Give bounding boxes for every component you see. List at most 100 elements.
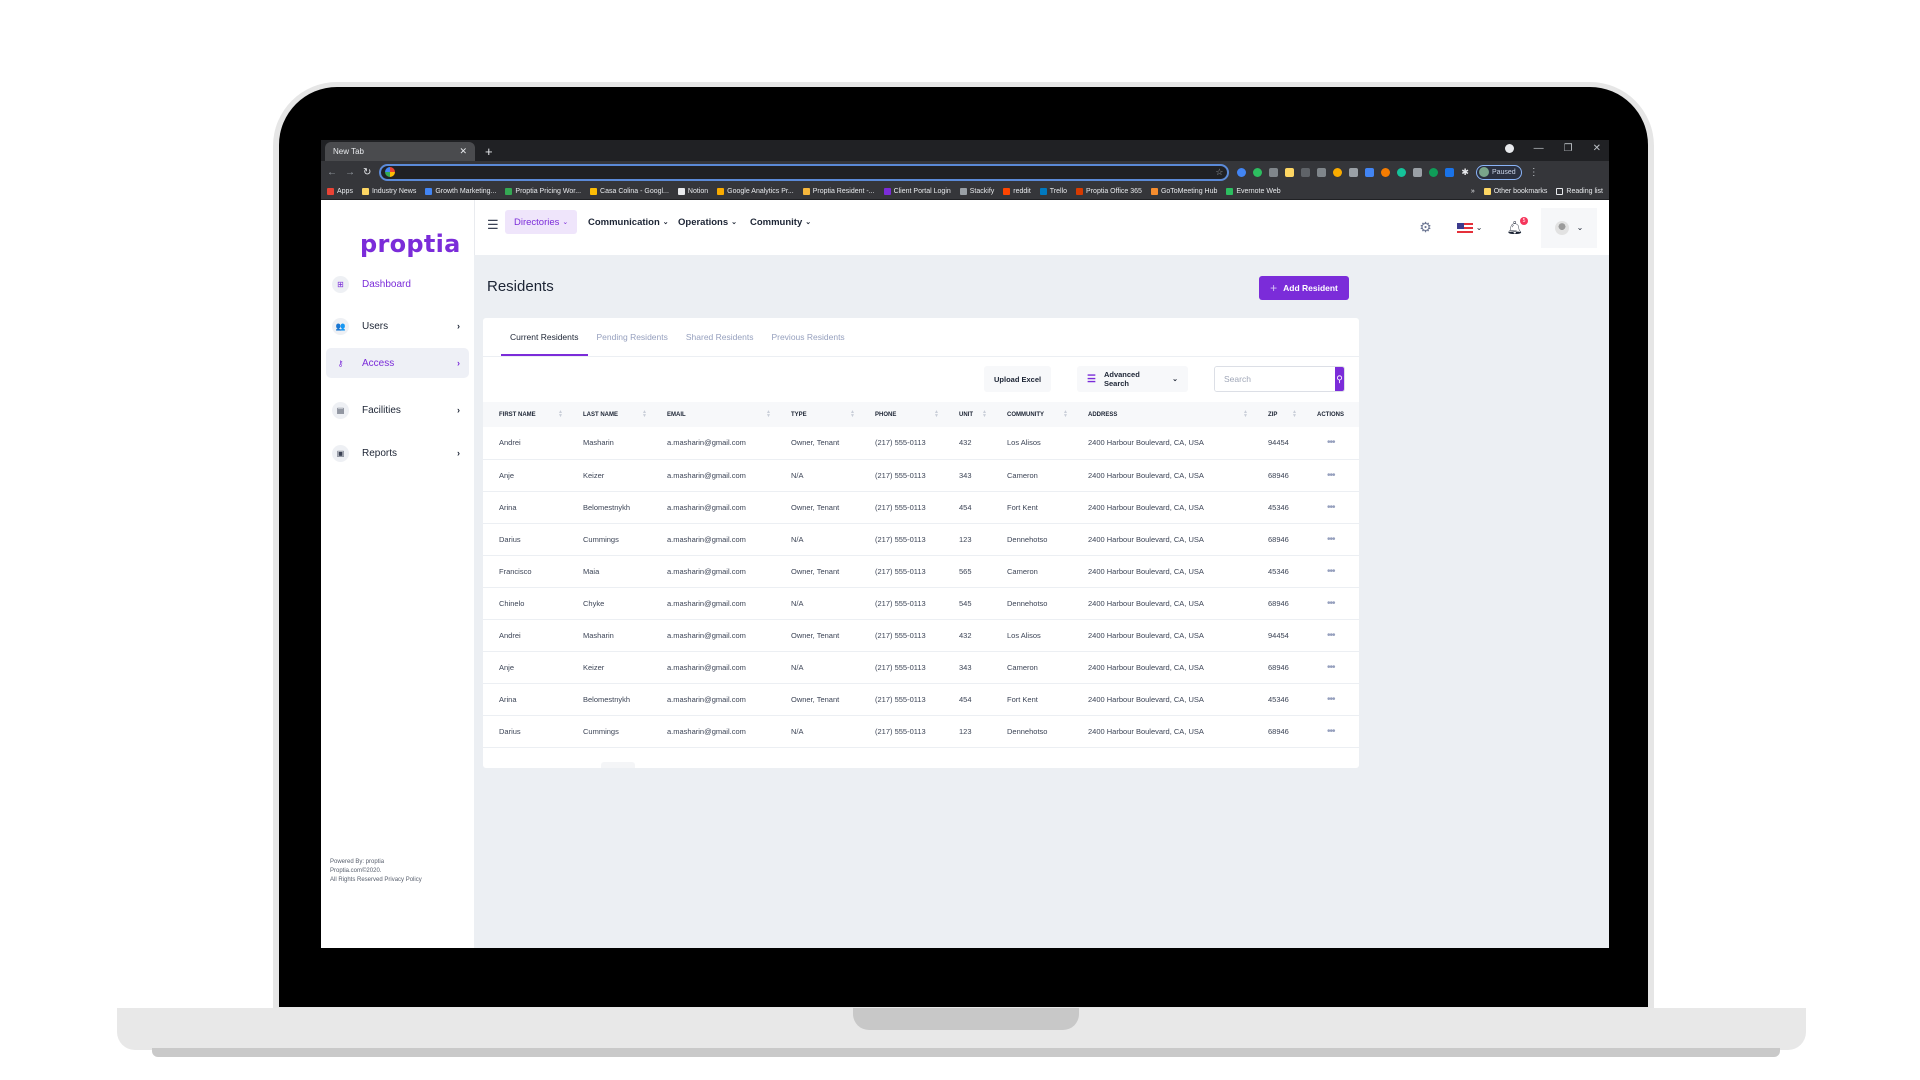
table-row[interactable]: Darius Cummings a.masharin@gmail.com N/A (21… <box>483 715 1359 748</box>
row-actions-menu[interactable]: ••• <box>1301 651 1359 684</box>
bell-icon[interactable]: 🔔︎ 5 <box>1506 216 1528 236</box>
more-horizontal-icon[interactable]: ••• <box>1327 437 1335 448</box>
close-tab-icon[interactable]: ✕ <box>459 146 467 157</box>
bookmark-item[interactable]: Proptia Pricing Wor... <box>505 187 581 195</box>
bookmark-star-icon[interactable]: ☆ <box>1215 167 1223 178</box>
sort-icon[interactable]: ▲ ▼ <box>982 410 987 419</box>
other-bookmarks[interactable]: Other bookmarks <box>1483 187 1547 195</box>
rights-privacy-link[interactable]: All Rights Reserved Privacy Policy <box>330 876 422 885</box>
hamburger-menu-icon[interactable]: ☰ <box>487 217 499 233</box>
more-horizontal-icon[interactable]: ••• <box>1327 566 1335 577</box>
row-actions-menu[interactable]: ••• <box>1301 715 1359 748</box>
minimize-icon[interactable]: — <box>1534 143 1544 154</box>
more-horizontal-icon[interactable]: ••• <box>1327 662 1335 673</box>
sort-icon[interactable]: ▲ ▼ <box>766 410 771 419</box>
forward-icon[interactable]: → <box>345 167 355 178</box>
new-tab-button[interactable]: + <box>485 144 493 159</box>
browser-menu-icon[interactable]: ⋮ <box>1529 167 1539 178</box>
table-row[interactable]: Anje Keizer a.masharin@gmail.com N/A (217) 5… <box>483 459 1359 492</box>
row-actions-menu[interactable]: ••• <box>1301 523 1359 556</box>
gear-icon[interactable]: ⚙ <box>1419 219 1432 236</box>
sidebar-item-dashboard[interactable]: ⊞ Dashboard <box>326 269 469 299</box>
sidebar-item-facilities[interactable]: ▤ Facilities › <box>326 395 469 425</box>
upload-excel-button[interactable]: Upload Excel <box>984 366 1052 392</box>
extension-icon[interactable] <box>1349 167 1359 177</box>
sort-icon[interactable]: ▲ ▼ <box>1243 410 1248 419</box>
extension-icon[interactable] <box>1429 167 1439 177</box>
bookmark-item[interactable]: Casa Colina - Googl... <box>590 187 669 195</box>
menu-communication[interactable]: Communication ⌄ <box>579 210 678 234</box>
table-row[interactable]: Andrei Masharin a.masharin@gmail.com Owner,… <box>483 619 1359 652</box>
bookmark-item[interactable]: Trello <box>1039 187 1067 195</box>
sort-icon[interactable]: ▲ ▼ <box>934 410 939 419</box>
extension-icon[interactable] <box>1333 167 1343 177</box>
table-row[interactable]: Arina Belomestnykh a.masharin@gmail.com Own… <box>483 683 1359 716</box>
bookmark-item[interactable]: Evernote Web <box>1226 187 1281 195</box>
table-row[interactable]: Anje Keizer a.masharin@gmail.com N/A (217) 5… <box>483 651 1359 684</box>
bookmark-item[interactable]: Google Analytics Pr... <box>717 187 794 195</box>
sort-icon[interactable]: ▲ ▼ <box>850 410 855 419</box>
reading-list[interactable]: Reading list <box>1556 187 1603 195</box>
bookmark-item[interactable]: GoToMeeting Hub <box>1150 187 1217 195</box>
us-flag-icon[interactable] <box>1456 222 1473 233</box>
extension-icon[interactable] <box>1413 167 1423 177</box>
bookmark-item[interactable]: reddit <box>1003 187 1031 195</box>
tab-pending-residents[interactable]: Pending Residents <box>588 318 677 356</box>
menu-operations[interactable]: Operations ⌄ <box>669 210 746 234</box>
advanced-search-button[interactable]: ☰ Advanced Search ⌄ <box>1077 366 1188 392</box>
puzzle-extensions-icon[interactable]: ✱ <box>1461 167 1469 178</box>
column-header-type[interactable]: TYPE ▲ ▼ <box>775 402 859 427</box>
table-row[interactable]: Andrei Masharin a.masharin@gmail.com Owner,… <box>483 427 1359 460</box>
row-actions-menu[interactable]: ••• <box>1301 491 1359 524</box>
extension-icon[interactable] <box>1365 167 1375 177</box>
table-row[interactable]: Francisco Maia a.masharin@gmail.com Owner, … <box>483 555 1359 588</box>
more-horizontal-icon[interactable]: ••• <box>1327 694 1335 705</box>
browser-tab[interactable]: New Tab ✕ <box>325 142 475 161</box>
sort-icon[interactable]: ▲ ▼ <box>642 410 647 419</box>
sort-icon[interactable]: ▲ ▼ <box>558 410 563 419</box>
sort-icon[interactable]: ▲ ▼ <box>1063 410 1068 419</box>
evernote-extension-icon[interactable] <box>1253 167 1263 177</box>
column-header-first-name[interactable]: FIRST NAME ▲ ▼ <box>483 402 567 427</box>
column-header-email[interactable]: EMAIL ▲ ▼ <box>651 402 775 427</box>
row-actions-menu[interactable]: ••• <box>1301 427 1359 460</box>
user-menu[interactable]: ⌄ <box>1541 207 1597 248</box>
column-header-unit[interactable]: UNIT ▲ ▼ <box>943 402 991 427</box>
extension-icon[interactable] <box>1301 167 1311 177</box>
tab-previous-residents[interactable]: Previous Residents <box>762 318 853 356</box>
menu-community[interactable]: Community ⌄ <box>741 210 820 234</box>
back-icon[interactable]: ← <box>327 167 337 178</box>
column-header-address[interactable]: ADDRESS ▲ ▼ <box>1072 402 1252 427</box>
more-horizontal-icon[interactable]: ••• <box>1327 598 1335 609</box>
maximize-icon[interactable]: ❐ <box>1564 143 1573 154</box>
column-header-community[interactable]: COMMUNITY ▲ ▼ <box>991 402 1072 427</box>
more-horizontal-icon[interactable]: ••• <box>1327 534 1335 545</box>
language-chevron-down-icon[interactable]: ⌄ <box>1476 223 1483 232</box>
column-header-last-name[interactable]: LAST NAME ▲ ▼ <box>567 402 651 427</box>
window-close-icon[interactable]: ✕ <box>1593 143 1601 154</box>
profile-button[interactable]: Paused <box>1475 164 1522 180</box>
bookmark-item[interactable]: Proptia Resident -... <box>802 187 875 195</box>
add-resident-button[interactable]: + Add Resident <box>1259 276 1349 300</box>
sort-icon[interactable]: ▲ ▼ <box>1292 410 1297 419</box>
search-button[interactable]: ⚲ <box>1335 367 1344 391</box>
row-actions-menu[interactable]: ••• <box>1301 587 1359 620</box>
more-horizontal-icon[interactable]: ••• <box>1327 726 1335 737</box>
proptia-logo[interactable]: proptia <box>360 230 461 258</box>
column-header-actions[interactable]: ACTIONS <box>1301 402 1359 427</box>
extension-icon[interactable] <box>1381 167 1391 177</box>
more-horizontal-icon[interactable]: ••• <box>1327 470 1335 481</box>
table-row[interactable]: Chinelo Chyke a.masharin@gmail.com N/A (217)… <box>483 587 1359 620</box>
media-control-icon[interactable] <box>1504 144 1514 153</box>
more-horizontal-icon[interactable]: ••• <box>1327 630 1335 641</box>
bookmark-item[interactable]: Stackify <box>959 187 994 195</box>
extension-icon[interactable] <box>1237 167 1247 177</box>
column-header-zip[interactable]: ZIP ▲ ▼ <box>1252 402 1301 427</box>
tab-shared-residents[interactable]: Shared Residents <box>677 318 763 356</box>
bookmarks-overflow-button[interactable]: » <box>1471 188 1475 195</box>
menu-directories[interactable]: Directories ⌄ <box>505 210 578 234</box>
row-actions-menu[interactable]: ••• <box>1301 459 1359 492</box>
bookmark-item[interactable]: Apps <box>327 187 353 195</box>
column-header-phone[interactable]: PHONE ▲ ▼ <box>859 402 943 427</box>
bookmark-item[interactable]: Client Portal Login <box>883 187 951 195</box>
